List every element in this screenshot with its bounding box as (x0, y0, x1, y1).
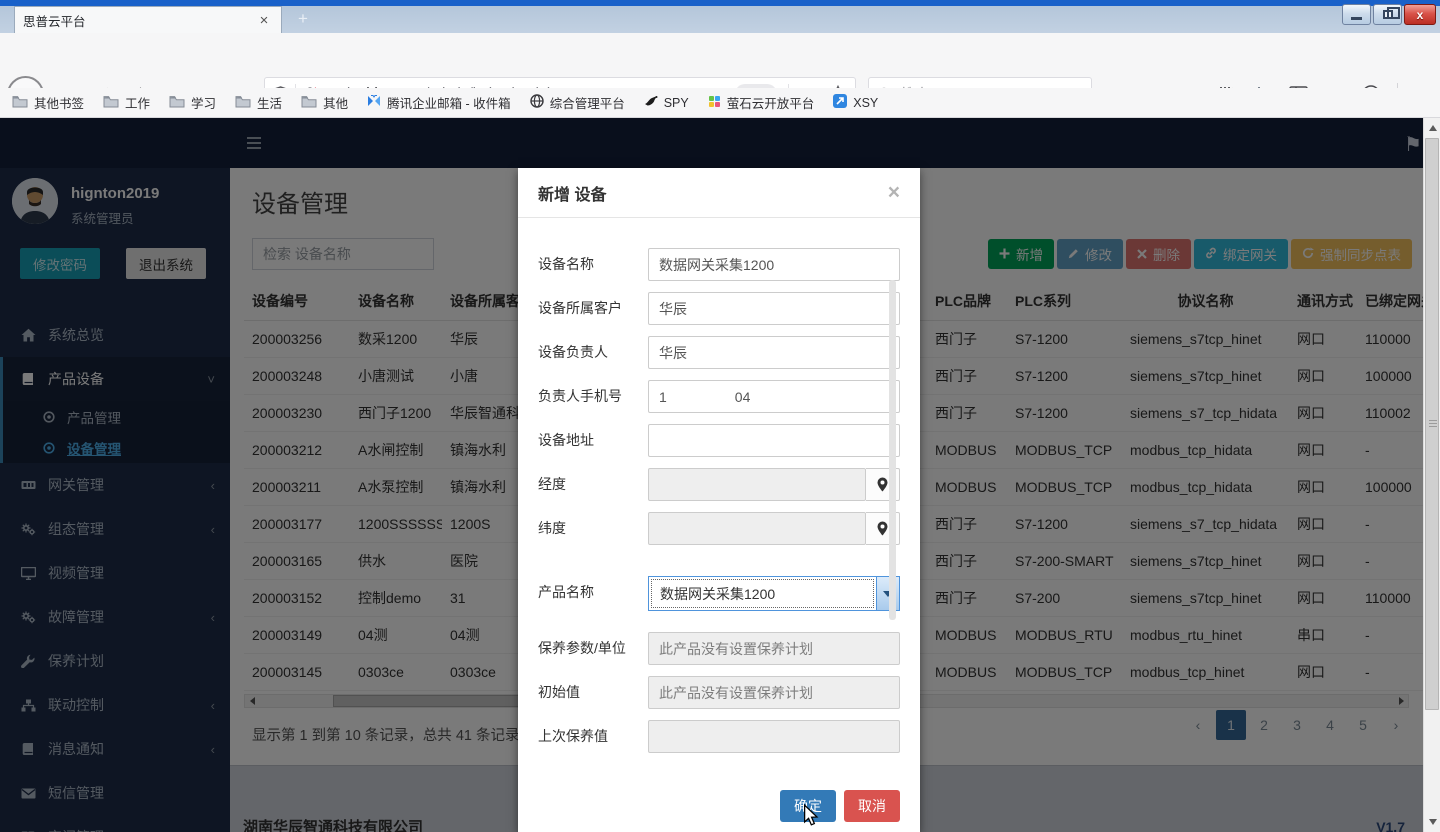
bookmark-work[interactable]: 工作 (103, 93, 150, 112)
form-row-manager: 设备负责人华辰 (538, 336, 900, 369)
last-maintain-value-input (648, 720, 900, 753)
browser-tab[interactable]: 思普云平台 × (14, 6, 282, 33)
form-row-maintain-param: 保养参数/单位此产品没有设置保养计划 (538, 632, 900, 665)
web-page: ⚑ hignton2019 系统管理员 修改密码 退出系统 系统总览产品设备 (0, 118, 1423, 832)
form-row-customer: 设备所属客户华辰 (538, 292, 900, 325)
manager-phone-input[interactable]: 1 04 (648, 380, 900, 413)
bookmark-label: 综合管理平台 (550, 93, 625, 112)
dots-color-icon (708, 95, 721, 111)
map-pin-icon (877, 521, 888, 536)
bookmark-label: XSY (853, 96, 878, 110)
form-row-last-maintain-value: 上次保养值 (538, 720, 900, 753)
field-label: 设备地址 (538, 424, 648, 457)
form-row-address: 设备地址 (538, 424, 900, 457)
new-tab-button[interactable]: + (290, 8, 316, 32)
folder-icon (169, 95, 185, 111)
form-row-manager-phone: 负责人手机号 1 04 (538, 380, 900, 413)
field-label: 设备名称 (538, 248, 648, 281)
form-row-initial-value: 初始值此产品没有设置保养计划 (538, 676, 900, 709)
manager-input[interactable]: 华辰 (648, 336, 900, 369)
field-label: 负责人手机号 (538, 380, 648, 413)
phone-visible-start: 1 (659, 389, 667, 405)
window-minimize-button[interactable] (1342, 4, 1371, 25)
bookmark-label: 萤石云开放平台 (727, 93, 815, 112)
bookmark-tencent-mail[interactable]: 腾讯企业邮箱 - 收件箱 (367, 93, 511, 112)
minimize-icon (1351, 17, 1362, 20)
longitude-input (648, 468, 866, 501)
form-row-device-name: 设备名称数据网关采集1200 (538, 248, 900, 281)
modal-scrollbar-thumb[interactable] (889, 280, 896, 620)
bookmark-other[interactable]: 其他 (301, 93, 348, 112)
field-label: 上次保养值 (538, 720, 648, 753)
bookmark-study[interactable]: 学习 (169, 93, 216, 112)
bookmark-label: 腾讯企业邮箱 - 收件箱 (387, 93, 511, 112)
bookmark-label: 生活 (257, 93, 282, 112)
folder-icon (235, 95, 251, 111)
bookmark-label: SPY (664, 96, 689, 110)
mouse-cursor (801, 804, 821, 826)
browser-titlebar: 思普云平台 × + x (0, 0, 1440, 33)
tab-close-icon[interactable]: × (255, 12, 273, 29)
browser-vertical-scrollbar[interactable] (1423, 118, 1440, 832)
mail-blue-icon (367, 95, 381, 110)
globe-icon (530, 94, 544, 111)
browser-toolbar: ← → iot.idosp.net/admin/index.html?langu… (0, 33, 1440, 88)
bookmark-label: 其他书签 (34, 93, 84, 112)
maintain-param-input: 此产品没有设置保养计划 (648, 632, 900, 665)
restore-icon (1383, 10, 1393, 19)
bookmark-other-bookmarks[interactable]: 其他书签 (12, 93, 84, 112)
bookmark-life[interactable]: 生活 (235, 93, 282, 112)
xsy-icon (833, 94, 847, 111)
modal-title: 新增 设备 (538, 181, 888, 205)
product-name-select[interactable]: 数据网关采集1200 (648, 576, 900, 611)
bookmark-ys-open-platform[interactable]: 萤石云开放平台 (708, 93, 815, 112)
initial-value-input: 此产品没有设置保养计划 (648, 676, 900, 709)
scroll-up-arrow-icon[interactable] (1424, 120, 1440, 136)
spy-icon (644, 95, 658, 110)
form-row-longitude: 经度 (538, 468, 900, 501)
latitude-input (648, 512, 866, 545)
bookmark-xsy[interactable]: XSY (833, 94, 878, 111)
close-icon: x (1417, 8, 1424, 22)
add-device-modal: 新增 设备 × 设备名称数据网关采集1200设备所属客户华辰设备负责人华辰负责人… (518, 168, 920, 832)
bookmark-label: 工作 (125, 93, 150, 112)
bookmark-spy[interactable]: SPY (644, 95, 689, 110)
address-input[interactable] (648, 424, 900, 457)
folder-icon (12, 95, 28, 111)
device-name-input[interactable]: 数据网关采集1200 (648, 248, 900, 281)
window-restore-button[interactable] (1373, 4, 1402, 25)
field-label: 初始值 (538, 676, 648, 709)
scrollbar-thumb[interactable] (1425, 138, 1439, 710)
field-label: 经度 (538, 468, 648, 501)
phone-visible-end: 04 (735, 389, 751, 405)
field-label: 设备负责人 (538, 336, 648, 369)
bookmark-management-platform[interactable]: 综合管理平台 (530, 93, 625, 112)
field-label: 保养参数/单位 (538, 632, 648, 665)
field-label: 设备所属客户 (538, 292, 648, 325)
scroll-down-arrow-icon[interactable] (1424, 814, 1440, 830)
cancel-button[interactable]: 取消 (844, 790, 900, 822)
bookmark-label: 学习 (191, 93, 216, 112)
customer-input[interactable]: 华辰 (648, 292, 900, 325)
modal-close-icon[interactable]: × (888, 181, 900, 205)
bookmark-label: 其他 (323, 93, 348, 112)
form-row-latitude: 纬度 (538, 512, 900, 545)
folder-icon (103, 95, 119, 111)
field-label: 纬度 (538, 512, 648, 545)
window-close-button[interactable]: x (1404, 4, 1436, 25)
map-pin-icon (877, 477, 888, 492)
field-label: 产品名称 (538, 576, 648, 611)
folder-icon (301, 95, 317, 111)
form-row-product-name: 产品名称数据网关采集1200 (538, 576, 900, 611)
screen: 思普云平台 × + x ← → iot.idosp.net/admin/inde… (0, 0, 1440, 832)
select-value: 数据网关采集1200 (651, 579, 874, 608)
bookmarks-bar: 其他书签 工作 学习 生活 其他 腾讯企业邮箱 - 收件箱 综合管理平台 SPY 萤石云开放平台… (0, 88, 1440, 118)
tab-title: 思普云平台 (23, 11, 255, 30)
